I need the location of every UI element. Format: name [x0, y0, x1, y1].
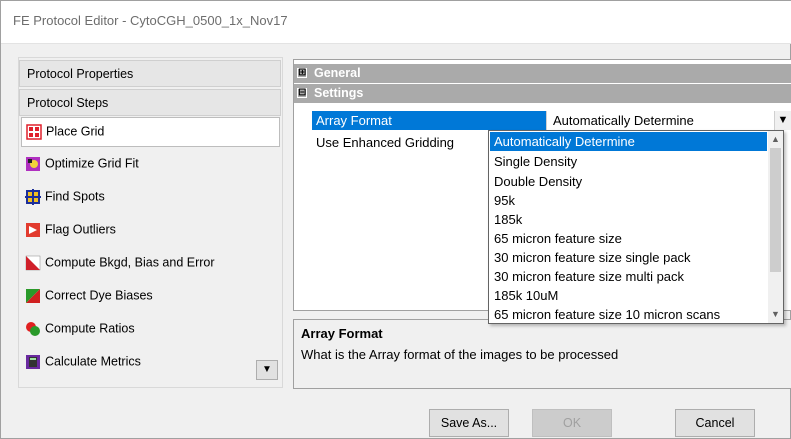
step-label: Place Grid — [46, 124, 105, 139]
category-label: Settings — [314, 86, 364, 100]
step-flag-outliers[interactable]: Flag Outliers — [21, 216, 280, 246]
cancel-button[interactable]: Cancel — [675, 409, 755, 437]
description-text: What is the Array format of the images t… — [301, 347, 619, 362]
title-separator — [1, 43, 791, 44]
step-label: Correct Dye Biases — [45, 288, 153, 303]
protocol-properties-button[interactable]: Protocol Properties — [19, 60, 281, 87]
step-correct-dye-biases[interactable]: Correct Dye Biases — [21, 282, 280, 312]
step-label: Optimize Grid Fit — [45, 156, 139, 171]
compute-bkgd-icon — [25, 255, 41, 271]
compute-ratios-icon — [26, 322, 40, 336]
save-as-button[interactable]: Save As... — [429, 409, 509, 437]
protocol-steps-list: Place Grid Optimize Grid Fit Find Spots … — [19, 116, 282, 386]
option-95k[interactable]: 95k — [490, 191, 767, 210]
description-title: Array Format — [301, 326, 383, 341]
option-30-micron-single[interactable]: 30 micron feature size single pack — [490, 248, 767, 267]
option-185k-10um[interactable]: 185k 10uM — [490, 286, 767, 305]
step-find-spots[interactable]: Find Spots — [21, 183, 280, 213]
category-label: General — [314, 66, 361, 80]
correct-dye-biases-icon — [26, 289, 40, 303]
step-calculate-metrics[interactable]: Calculate Metrics — [21, 348, 280, 378]
calculate-metrics-icon — [26, 355, 40, 369]
optimize-grid-fit-icon — [26, 157, 40, 171]
option-automatically-determine[interactable]: Automatically Determine — [490, 132, 767, 151]
category-general[interactable]: ⊞ General — [294, 64, 791, 83]
chevron-down-icon[interactable]: ▼ — [768, 306, 783, 323]
category-settings[interactable]: ⊟ Settings — [294, 84, 791, 103]
description-panel: Array Format What is the Array format of… — [293, 319, 791, 389]
step-label: Find Spots — [45, 189, 105, 204]
property-array-format[interactable]: Array Format — [312, 111, 546, 130]
step-place-grid[interactable]: Place Grid — [21, 117, 280, 147]
scrollbar-thumb[interactable] — [770, 148, 781, 272]
step-label: Compute Ratios — [45, 321, 135, 336]
chevron-down-icon[interactable]: ▼ — [774, 111, 791, 130]
step-label: Compute Bkgd, Bias and Error — [45, 255, 215, 270]
option-65-micron-10-micron-scans[interactable]: 65 micron feature size 10 micron scans — [490, 305, 767, 323]
window-title: FE Protocol Editor - CytoCGH_0500_1x_Nov… — [13, 13, 288, 28]
step-optimize-grid-fit[interactable]: Optimize Grid Fit — [21, 150, 280, 180]
title-bar: FE Protocol Editor - CytoCGH_0500_1x_Nov… — [1, 1, 791, 43]
protocol-editor-window: FE Protocol Editor - CytoCGH_0500_1x_Nov… — [0, 0, 791, 439]
option-double-density[interactable]: Double Density — [490, 172, 767, 191]
step-label: Calculate Metrics — [45, 354, 141, 369]
ok-button[interactable]: OK — [532, 409, 612, 437]
step-compute-bkgd[interactable]: Compute Bkgd, Bias and Error — [21, 249, 280, 279]
dropdown-scrollbar[interactable]: ▲ ▼ — [768, 131, 783, 323]
array-format-value[interactable]: Automatically Determine — [546, 111, 776, 130]
array-format-dropdown-list[interactable]: Automatically Determine Single Density D… — [488, 130, 784, 324]
chevron-up-icon[interactable]: ▲ — [768, 131, 783, 148]
step-compute-ratios[interactable]: Compute Ratios — [21, 315, 280, 345]
option-30-micron-multi[interactable]: 30 micron feature size multi pack — [490, 267, 767, 286]
collapse-icon[interactable]: ⊟ — [297, 88, 307, 98]
expand-icon[interactable]: ⊞ — [297, 68, 307, 78]
option-single-density[interactable]: Single Density — [490, 152, 767, 171]
steps-dropdown-button[interactable]: ▼ — [256, 360, 278, 380]
flag-outliers-icon — [26, 223, 40, 237]
find-spots-icon — [25, 189, 41, 205]
place-grid-icon — [26, 124, 42, 140]
option-65-micron[interactable]: 65 micron feature size — [490, 229, 767, 248]
left-panel: Protocol Properties Protocol Steps Place… — [18, 57, 283, 388]
option-185k[interactable]: 185k — [490, 210, 767, 229]
protocol-steps-button[interactable]: Protocol Steps — [19, 89, 281, 116]
step-label: Flag Outliers — [45, 222, 116, 237]
